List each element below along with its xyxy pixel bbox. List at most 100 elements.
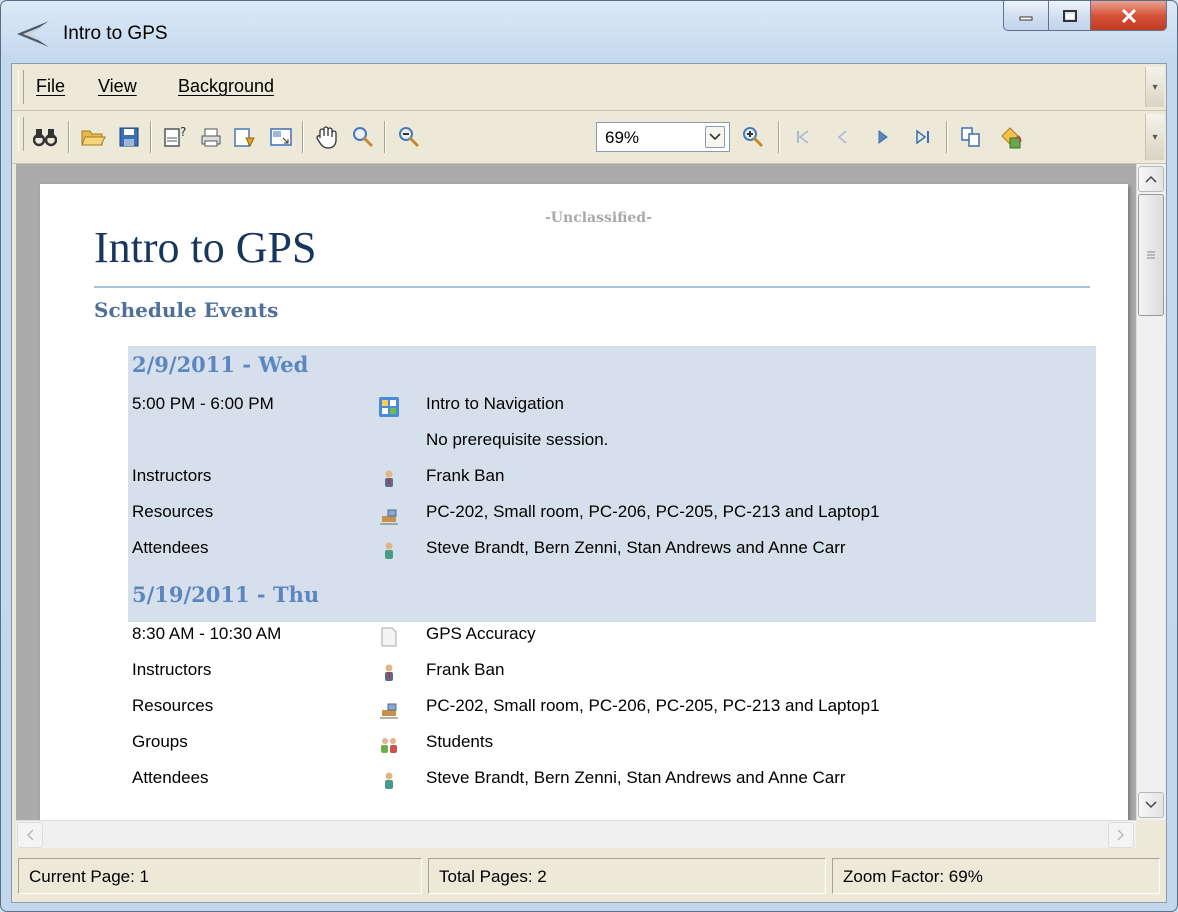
last-page-button[interactable] xyxy=(908,122,938,152)
minimize-button[interactable] xyxy=(1003,1,1049,31)
chevron-down-icon xyxy=(1145,801,1157,809)
document-viewport[interactable]: -Unclassified- Intro to GPS Schedule Eve… xyxy=(16,164,1136,820)
zoom-factor-status: Zoom Factor: 69% xyxy=(832,858,1160,894)
vertical-scrollbar[interactable] xyxy=(1136,164,1165,820)
resources-icon xyxy=(380,703,398,719)
event-note: No prerequisite session. xyxy=(426,430,609,449)
scroll-up-button[interactable] xyxy=(1138,166,1164,192)
menu-bar: File View Background ▾ xyxy=(12,64,1166,111)
report-page: -Unclassified- Intro to GPS Schedule Eve… xyxy=(40,184,1128,820)
grip-lines-icon xyxy=(1147,251,1155,259)
open-button[interactable] xyxy=(78,122,108,152)
zoom-combo[interactable]: 69% xyxy=(596,122,730,152)
previous-page-button[interactable] xyxy=(828,122,858,152)
instructors-value: Frank Ban xyxy=(426,466,505,485)
event-subject: GPS Accuracy xyxy=(426,624,536,643)
section-heading: Schedule Events xyxy=(94,298,279,322)
attendee-icon xyxy=(385,542,393,559)
groups-value: Students xyxy=(426,732,494,751)
menu-grip[interactable] xyxy=(18,70,24,104)
attendees-row: Attendees Steve Brandt, Bern Zenni, Stan… xyxy=(40,768,1090,796)
export-button[interactable] xyxy=(230,122,260,152)
vertical-scroll-thumb[interactable] xyxy=(1138,194,1164,316)
instructor-icon xyxy=(385,664,393,681)
print-button[interactable] xyxy=(196,122,226,152)
paint-bucket-icon xyxy=(1001,127,1022,149)
hand-tool-button[interactable] xyxy=(312,122,342,152)
zoom-in-button[interactable] xyxy=(738,122,768,152)
chevron-down-icon xyxy=(709,133,721,141)
find-button[interactable] xyxy=(30,122,60,152)
resources-row: Resources PC-202, Small room, PC-206, PC… xyxy=(40,502,1090,530)
resources-label: Resources xyxy=(132,696,214,715)
zoom-value: 69% xyxy=(605,128,640,147)
event-date-heading: 5/19/2011 - Thu xyxy=(132,582,320,607)
multiple-pages-icon xyxy=(961,127,980,147)
document-icon xyxy=(381,627,397,647)
attendee-icon xyxy=(385,772,393,789)
instructor-icon xyxy=(385,470,393,487)
app-frame: File View Background ▾ ? 69% ▾ -Unclassi… xyxy=(11,63,1167,903)
document-title: Intro to GPS xyxy=(94,223,317,272)
instructors-row: Instructors Frank Ban xyxy=(40,466,1090,494)
minimize-icon xyxy=(1019,16,1033,20)
event-subject: Intro to Navigation xyxy=(426,394,564,413)
export-icon xyxy=(234,128,255,148)
menu-overflow-button[interactable]: ▾ xyxy=(1145,67,1164,107)
attendees-value: Steve Brandt, Bern Zenni, Stan Andrews a… xyxy=(426,538,846,557)
event-time: 8:30 AM - 10:30 AM xyxy=(132,624,282,643)
groups-row: Groups Students xyxy=(40,732,1090,760)
app-logo-icon xyxy=(17,21,49,47)
maximize-button[interactable] xyxy=(1049,1,1091,31)
event-time-row: 8:30 AM - 10:30 AM GPS Accuracy xyxy=(40,624,1090,652)
title-divider xyxy=(94,286,1090,288)
folder-open-icon xyxy=(81,130,106,146)
classification-label: -Unclassified- xyxy=(545,210,652,226)
app-window: Intro to GPS File View Background ▾ ? 69… xyxy=(0,0,1178,912)
event-date-heading: 2/9/2011 - Wed xyxy=(132,352,309,377)
menu-background[interactable]: Background xyxy=(178,76,274,97)
next-page-button[interactable] xyxy=(868,122,898,152)
multiple-pages-button[interactable] xyxy=(956,122,986,152)
toolbar-grip[interactable] xyxy=(18,117,24,151)
total-pages-status: Total Pages: 2 xyxy=(428,858,826,894)
resources-label: Resources xyxy=(132,502,214,521)
previous-page-icon xyxy=(837,130,847,144)
menu-file[interactable]: File xyxy=(36,76,65,97)
page-setup-button[interactable]: ? xyxy=(160,122,190,152)
horizontal-scrollbar[interactable] xyxy=(16,820,1136,849)
resources-value: PC-202, Small room, PC-206, PC-205, PC-2… xyxy=(426,696,880,715)
group-icon xyxy=(381,738,397,753)
zoom-dropdown-button[interactable] xyxy=(705,126,725,148)
event-time: 5:00 PM - 6:00 PM xyxy=(132,394,274,413)
scroll-down-button[interactable] xyxy=(1138,792,1164,818)
save-icon xyxy=(119,127,139,147)
first-page-button[interactable] xyxy=(788,122,818,152)
chevron-left-icon xyxy=(26,829,34,841)
binoculars-icon xyxy=(33,129,57,147)
fit-page-button[interactable] xyxy=(266,122,296,152)
resources-value: PC-202, Small room, PC-206, PC-205, PC-2… xyxy=(426,502,880,521)
zoom-out-icon xyxy=(399,127,420,148)
groups-label: Groups xyxy=(132,732,188,751)
title-bar[interactable]: Intro to GPS xyxy=(1,1,1177,63)
chevron-up-icon xyxy=(1145,175,1157,183)
fit-page-icon xyxy=(270,128,292,146)
toolbar-overflow-button[interactable]: ▾ xyxy=(1145,114,1164,160)
scroll-corner xyxy=(1136,820,1164,848)
scroll-left-button[interactable] xyxy=(17,822,43,848)
instructors-value: Frank Ban xyxy=(426,660,505,679)
appointment-icon xyxy=(379,397,399,417)
zoom-tool-button[interactable] xyxy=(348,122,378,152)
zoom-out-button[interactable] xyxy=(394,122,424,152)
close-button[interactable] xyxy=(1091,1,1167,31)
attendees-label: Attendees xyxy=(132,768,209,787)
attendees-label: Attendees xyxy=(132,538,209,557)
instructors-label: Instructors xyxy=(132,660,212,679)
scroll-right-button[interactable] xyxy=(1108,822,1134,848)
menu-view[interactable]: View xyxy=(98,76,137,97)
event-note-row: No prerequisite session. xyxy=(40,430,1090,458)
background-color-button[interactable] xyxy=(996,122,1026,152)
instructors-label: Instructors xyxy=(132,466,212,485)
save-button[interactable] xyxy=(114,122,144,152)
